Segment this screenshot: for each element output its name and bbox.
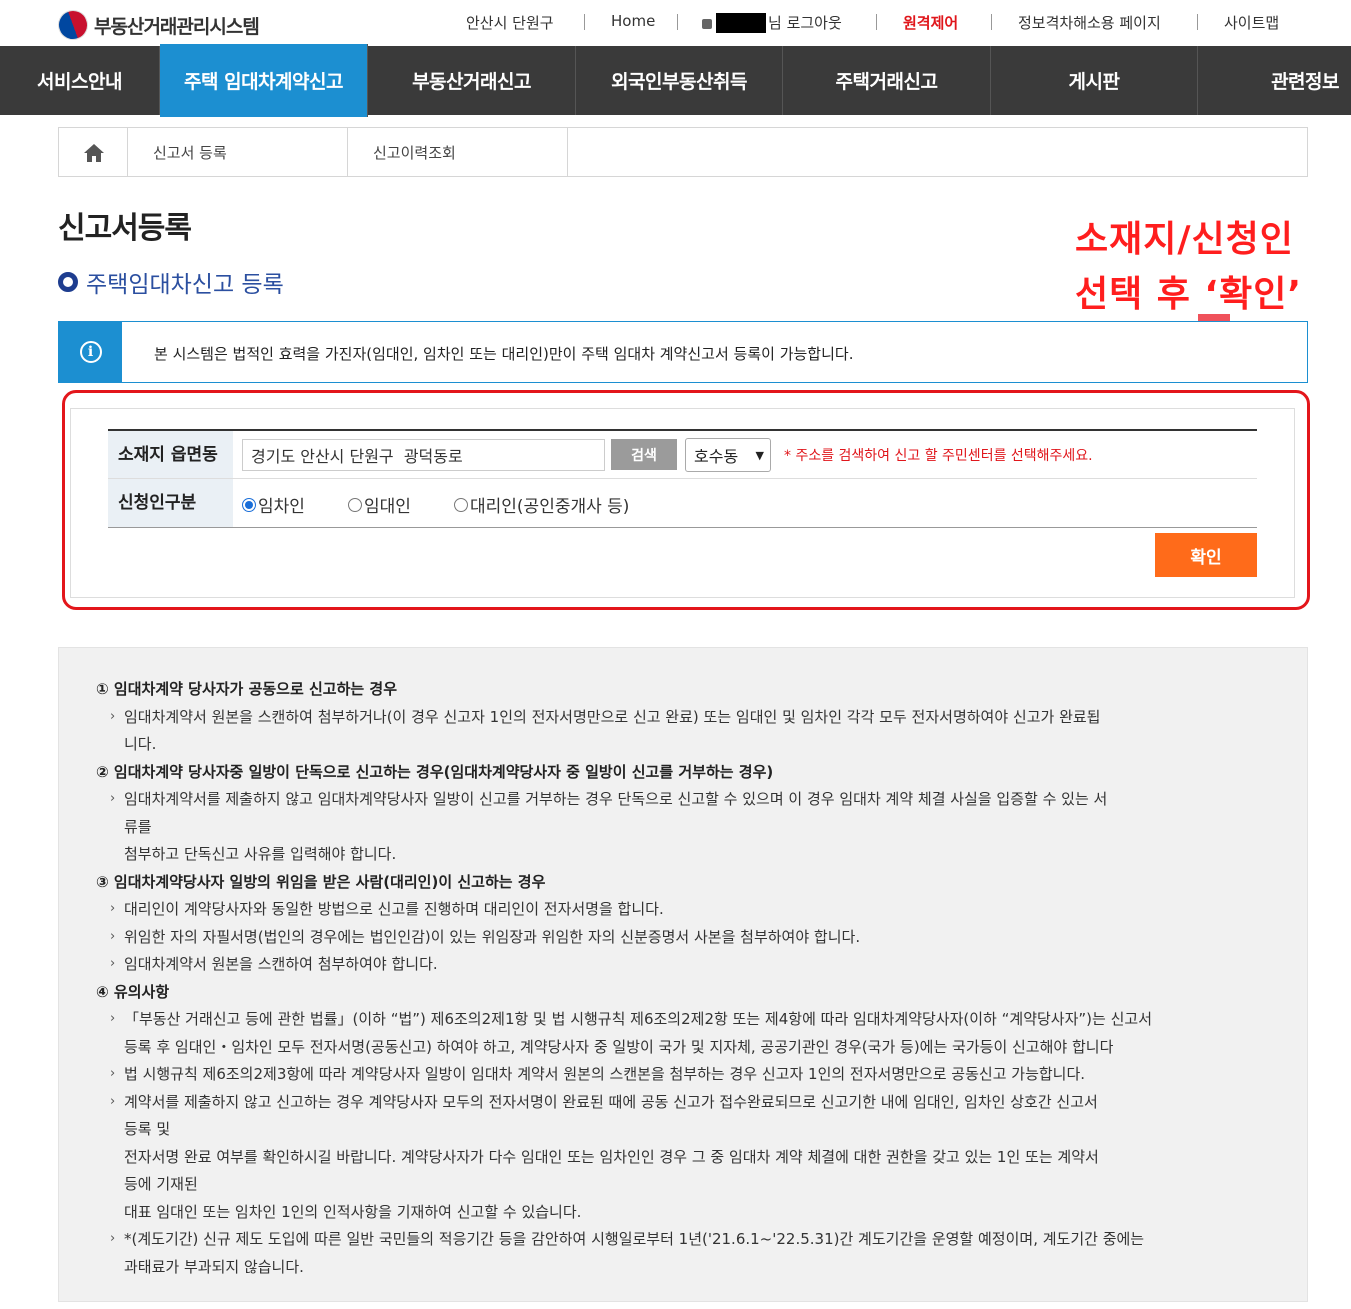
- notice-text: 본 시스템은 법적인 효력을 가진자(임대인, 임차인 또는 대리인)만이 주택…: [154, 345, 854, 363]
- tab-register-report[interactable]: 신고서 등록: [128, 128, 348, 176]
- guide-text: 류를: [124, 817, 152, 836]
- nav-foreigner-acquisition[interactable]: 외국인부동산취득: [576, 46, 783, 115]
- guide-text: 임대차계약서 원본을 스캔하여 첨부하거나(이 경우 신고자 1인의 전자서명만…: [96, 703, 1279, 732]
- guide-text: 전자서명 완료 여부를 확인하시길 바랍니다. 계약당사자가 다수 임대인 또는…: [124, 1147, 1099, 1166]
- guide-text: 대리인이 계약당사자와 동일한 방법으로 신고를 진행하며 대리인이 전자서명을…: [96, 895, 1279, 924]
- user-logout[interactable]: 님 로그아웃: [702, 12, 842, 33]
- divider: [991, 14, 992, 30]
- guide-text: 위임한 자의 자필서명(법인의 경우에는 법인인감)이 있는 위임장과 위임한 …: [96, 923, 1279, 952]
- tab-report-history[interactable]: 신고이력조회: [348, 128, 568, 176]
- instruction-annotation: 소재지/신청인 선택 후 ‘확인’: [1075, 212, 1302, 322]
- guide-text: 법 시행규칙 제6조의2제3항에 따라 계약당사자 일방이 임대차 계약서 원본…: [96, 1060, 1279, 1089]
- guide-box: ① 임대차계약 당사자가 공동으로 신고하는 경우 임대차계약서 원본을 스캔하…: [58, 647, 1308, 1302]
- guide-text: 「부동산 거래신고 등에 관한 법률」(이하 “법”) 제6조의2제1항 및 법…: [96, 1005, 1279, 1034]
- nav-board[interactable]: 게시판: [991, 46, 1198, 115]
- radio-label: 임대인: [364, 497, 411, 517]
- applicant-row: 신청인구분 임차인 임대인 대리인(공인중개사 등): [108, 479, 1257, 527]
- location-label: 소재지 읍면동: [108, 431, 233, 478]
- report-form: 소재지 읍면동 검색 호수동 ▼ * 주소를 검색하여 신고 할 주민센터를 선…: [108, 429, 1257, 528]
- radio-button[interactable]: [348, 497, 362, 512]
- guide-heading: ④ 유의사항: [96, 982, 170, 1001]
- sitemap-link[interactable]: 사이트맵: [1224, 12, 1279, 33]
- dong-select[interactable]: 호수동 ▼: [685, 438, 771, 472]
- guide-text: 등에 기재된: [124, 1175, 198, 1193]
- guide-text: *(계도기간) 신규 제도 도입에 따른 일반 국민들의 적응기간 등을 감안하…: [96, 1225, 1279, 1254]
- office-label: 안산시 단원구: [466, 14, 554, 32]
- nav-housing-lease-report[interactable]: 주택 임대차계약신고: [160, 44, 368, 117]
- ring-bullet-icon: [58, 272, 78, 292]
- nav-housing-transaction[interactable]: 주택거래신고: [783, 46, 991, 115]
- radio-button[interactable]: [242, 497, 256, 512]
- nav-service-info[interactable]: 서비스안내: [0, 46, 160, 115]
- lock-icon: [702, 18, 712, 29]
- sub-tabs: 신고서 등록 신고이력조회: [58, 127, 1308, 177]
- dong-select-value: 호수동: [694, 447, 739, 466]
- info-icon: i: [79, 341, 102, 363]
- notice-banner: i 본 시스템은 법적인 효력을 가진자(임대인, 임차인 또는 대리인)만이 …: [58, 321, 1308, 383]
- section-title: 주택임대차신고 등록: [58, 265, 284, 299]
- nav-related-info[interactable]: 관련정보: [1198, 46, 1351, 115]
- location-row: 소재지 읍면동 검색 호수동 ▼ * 주소를 검색하여 신고 할 주민센터를 선…: [108, 431, 1257, 479]
- guide-text: 계약서를 제출하지 않고 신고하는 경우 계약당사자 모두의 전자서명이 완료된…: [96, 1088, 1279, 1117]
- top-utility-bar: 부동산거래관리시스템 안산시 단원구 Home 님 로그아웃 원격제어 정보격차…: [0, 0, 1351, 46]
- redacted-username: [716, 12, 766, 33]
- logout-link[interactable]: 님 로그아웃: [768, 12, 842, 33]
- guide-text: 첨부하고 단독신고 사유를 입력해야 합니다.: [124, 845, 397, 863]
- main-nav: 서비스안내 주택 임대차계약신고 부동산거래신고 외국인부동산취득 주택거래신고…: [0, 44, 1351, 117]
- address-hint: * 주소를 검색하여 신고 할 주민센터를 선택해주세요.: [784, 448, 1093, 464]
- remote-control-link[interactable]: 원격제어: [903, 12, 958, 33]
- divider: [876, 14, 877, 30]
- guide-text: 대표 임대인 또는 임차인 1인의 인적사항을 기재하여 신고할 수 있습니다.: [124, 1202, 582, 1221]
- radio-label: 대리인(공인중개사 등): [470, 497, 630, 517]
- home-tab[interactable]: [59, 128, 128, 176]
- home-link[interactable]: Home: [611, 12, 655, 30]
- guide-heading: ② 임대차계약 당사자중 일방이 단독으로 신고하는 경우(임대차계약당사자 중…: [96, 762, 774, 781]
- home-icon: [84, 144, 104, 162]
- guide-heading: ① 임대차계약 당사자가 공동으로 신고하는 경우: [96, 680, 398, 698]
- confirm-button[interactable]: 확인: [1155, 533, 1257, 577]
- guide-text: 임대차계약서 원본을 스캔하여 첨부하여야 합니다.: [96, 950, 1279, 979]
- nav-real-estate-report[interactable]: 부동산거래신고: [368, 46, 576, 115]
- radio-tenant[interactable]: 임차인: [242, 492, 305, 517]
- radio-button[interactable]: [454, 497, 468, 512]
- address-search-button[interactable]: 검색: [611, 439, 677, 470]
- guide-text: 과태료가 부과되지 않습니다.: [124, 1257, 304, 1276]
- radio-agent[interactable]: 대리인(공인중개사 등): [454, 492, 629, 517]
- logo-text: 부동산거래관리시스템: [94, 15, 260, 38]
- accessibility-link[interactable]: 정보격차해소용 페이지: [1018, 12, 1161, 33]
- site-logo[interactable]: 부동산거래관리시스템: [53, 5, 260, 45]
- radio-landlord[interactable]: 임대인: [348, 492, 411, 517]
- taegeuk-logo-icon: [53, 5, 93, 45]
- page-title: 신고서등록: [58, 211, 192, 246]
- guide-text: 임대차계약서를 제출하지 않고 임대차계약당사자 일방이 신고를 거부하는 경우…: [96, 785, 1279, 814]
- guide-text: 등록 및: [124, 1120, 171, 1138]
- guide-text: 니다.: [124, 735, 157, 753]
- section-title-text: 주택임대차신고 등록: [86, 272, 284, 298]
- chevron-down-icon: ▼: [755, 449, 764, 462]
- divider: [584, 14, 585, 30]
- guide-heading: ③ 임대차계약당사자 일방의 위임을 받은 사람(대리인)이 신고하는 경우: [96, 872, 546, 891]
- guide-text: 등록 후 임대인・임차인 모두 전자서명(공동신고) 하여야 하고, 계약당사자…: [124, 1037, 1114, 1056]
- radio-label: 임차인: [258, 497, 305, 517]
- notice-icon-box: i: [59, 322, 122, 382]
- address-input[interactable]: [242, 439, 605, 471]
- annotation-line-1: 소재지/신청인: [1075, 219, 1294, 260]
- divider: [1197, 14, 1198, 30]
- applicant-label: 신청인구분: [108, 479, 233, 527]
- divider: [677, 14, 678, 30]
